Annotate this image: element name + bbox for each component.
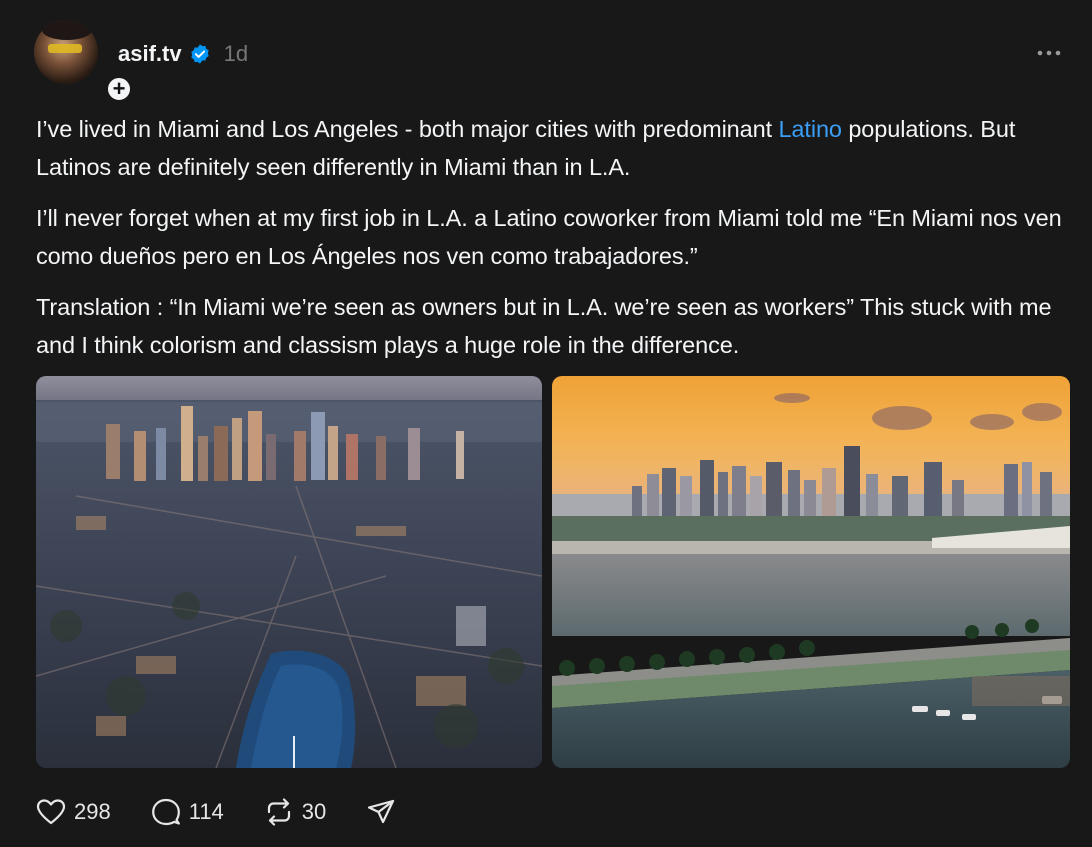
share-button[interactable] (366, 798, 404, 826)
repost-button[interactable]: 30 (264, 798, 326, 826)
avatar-hair (42, 20, 92, 40)
paragraph-1-text-start: I’ve lived in Miami and Los Angeles - bo… (36, 116, 779, 142)
aerial-photo-los-angeles (36, 376, 542, 768)
avatar[interactable] (34, 20, 98, 84)
more-options-icon[interactable] (1036, 46, 1062, 60)
media-image-los-angeles[interactable] (36, 376, 542, 768)
follow-plus-icon[interactable]: + (106, 76, 132, 102)
aerial-photo-miami-skyline-sunset (552, 376, 1070, 768)
post-actions: 298 114 30 (36, 790, 444, 834)
like-count: 298 (74, 799, 111, 824)
heart-icon (36, 799, 66, 825)
media-image-miami[interactable] (552, 376, 1070, 768)
post-header: asif.tv 1d (118, 38, 248, 70)
repost-icon (267, 798, 290, 826)
comment-icon (151, 798, 180, 826)
reply-count: 114 (188, 799, 224, 824)
like-button[interactable]: 298 (36, 798, 111, 826)
reply-button[interactable]: 114 (151, 798, 224, 826)
post-paragraph-1: I’ve lived in Miami and Los Angeles - bo… (36, 110, 1066, 186)
post-paragraph-2: I’ll never forget when at my first job i… (36, 205, 1062, 269)
post-paragraph-3: Translation : “In Miami we’re seen as ow… (36, 294, 1052, 358)
username[interactable]: asif.tv (118, 41, 182, 67)
avatar-container[interactable]: + (34, 20, 132, 102)
post-body: I’ve lived in Miami and Los Angeles - bo… (36, 110, 1066, 377)
post-timestamp: 1d (223, 41, 249, 66)
repost-count: 30 (301, 799, 327, 824)
hashtag-link-latino[interactable]: Latino (778, 116, 842, 142)
share-icon (368, 799, 395, 824)
verified-badge-icon (190, 44, 209, 64)
avatar-glasses (48, 44, 82, 53)
